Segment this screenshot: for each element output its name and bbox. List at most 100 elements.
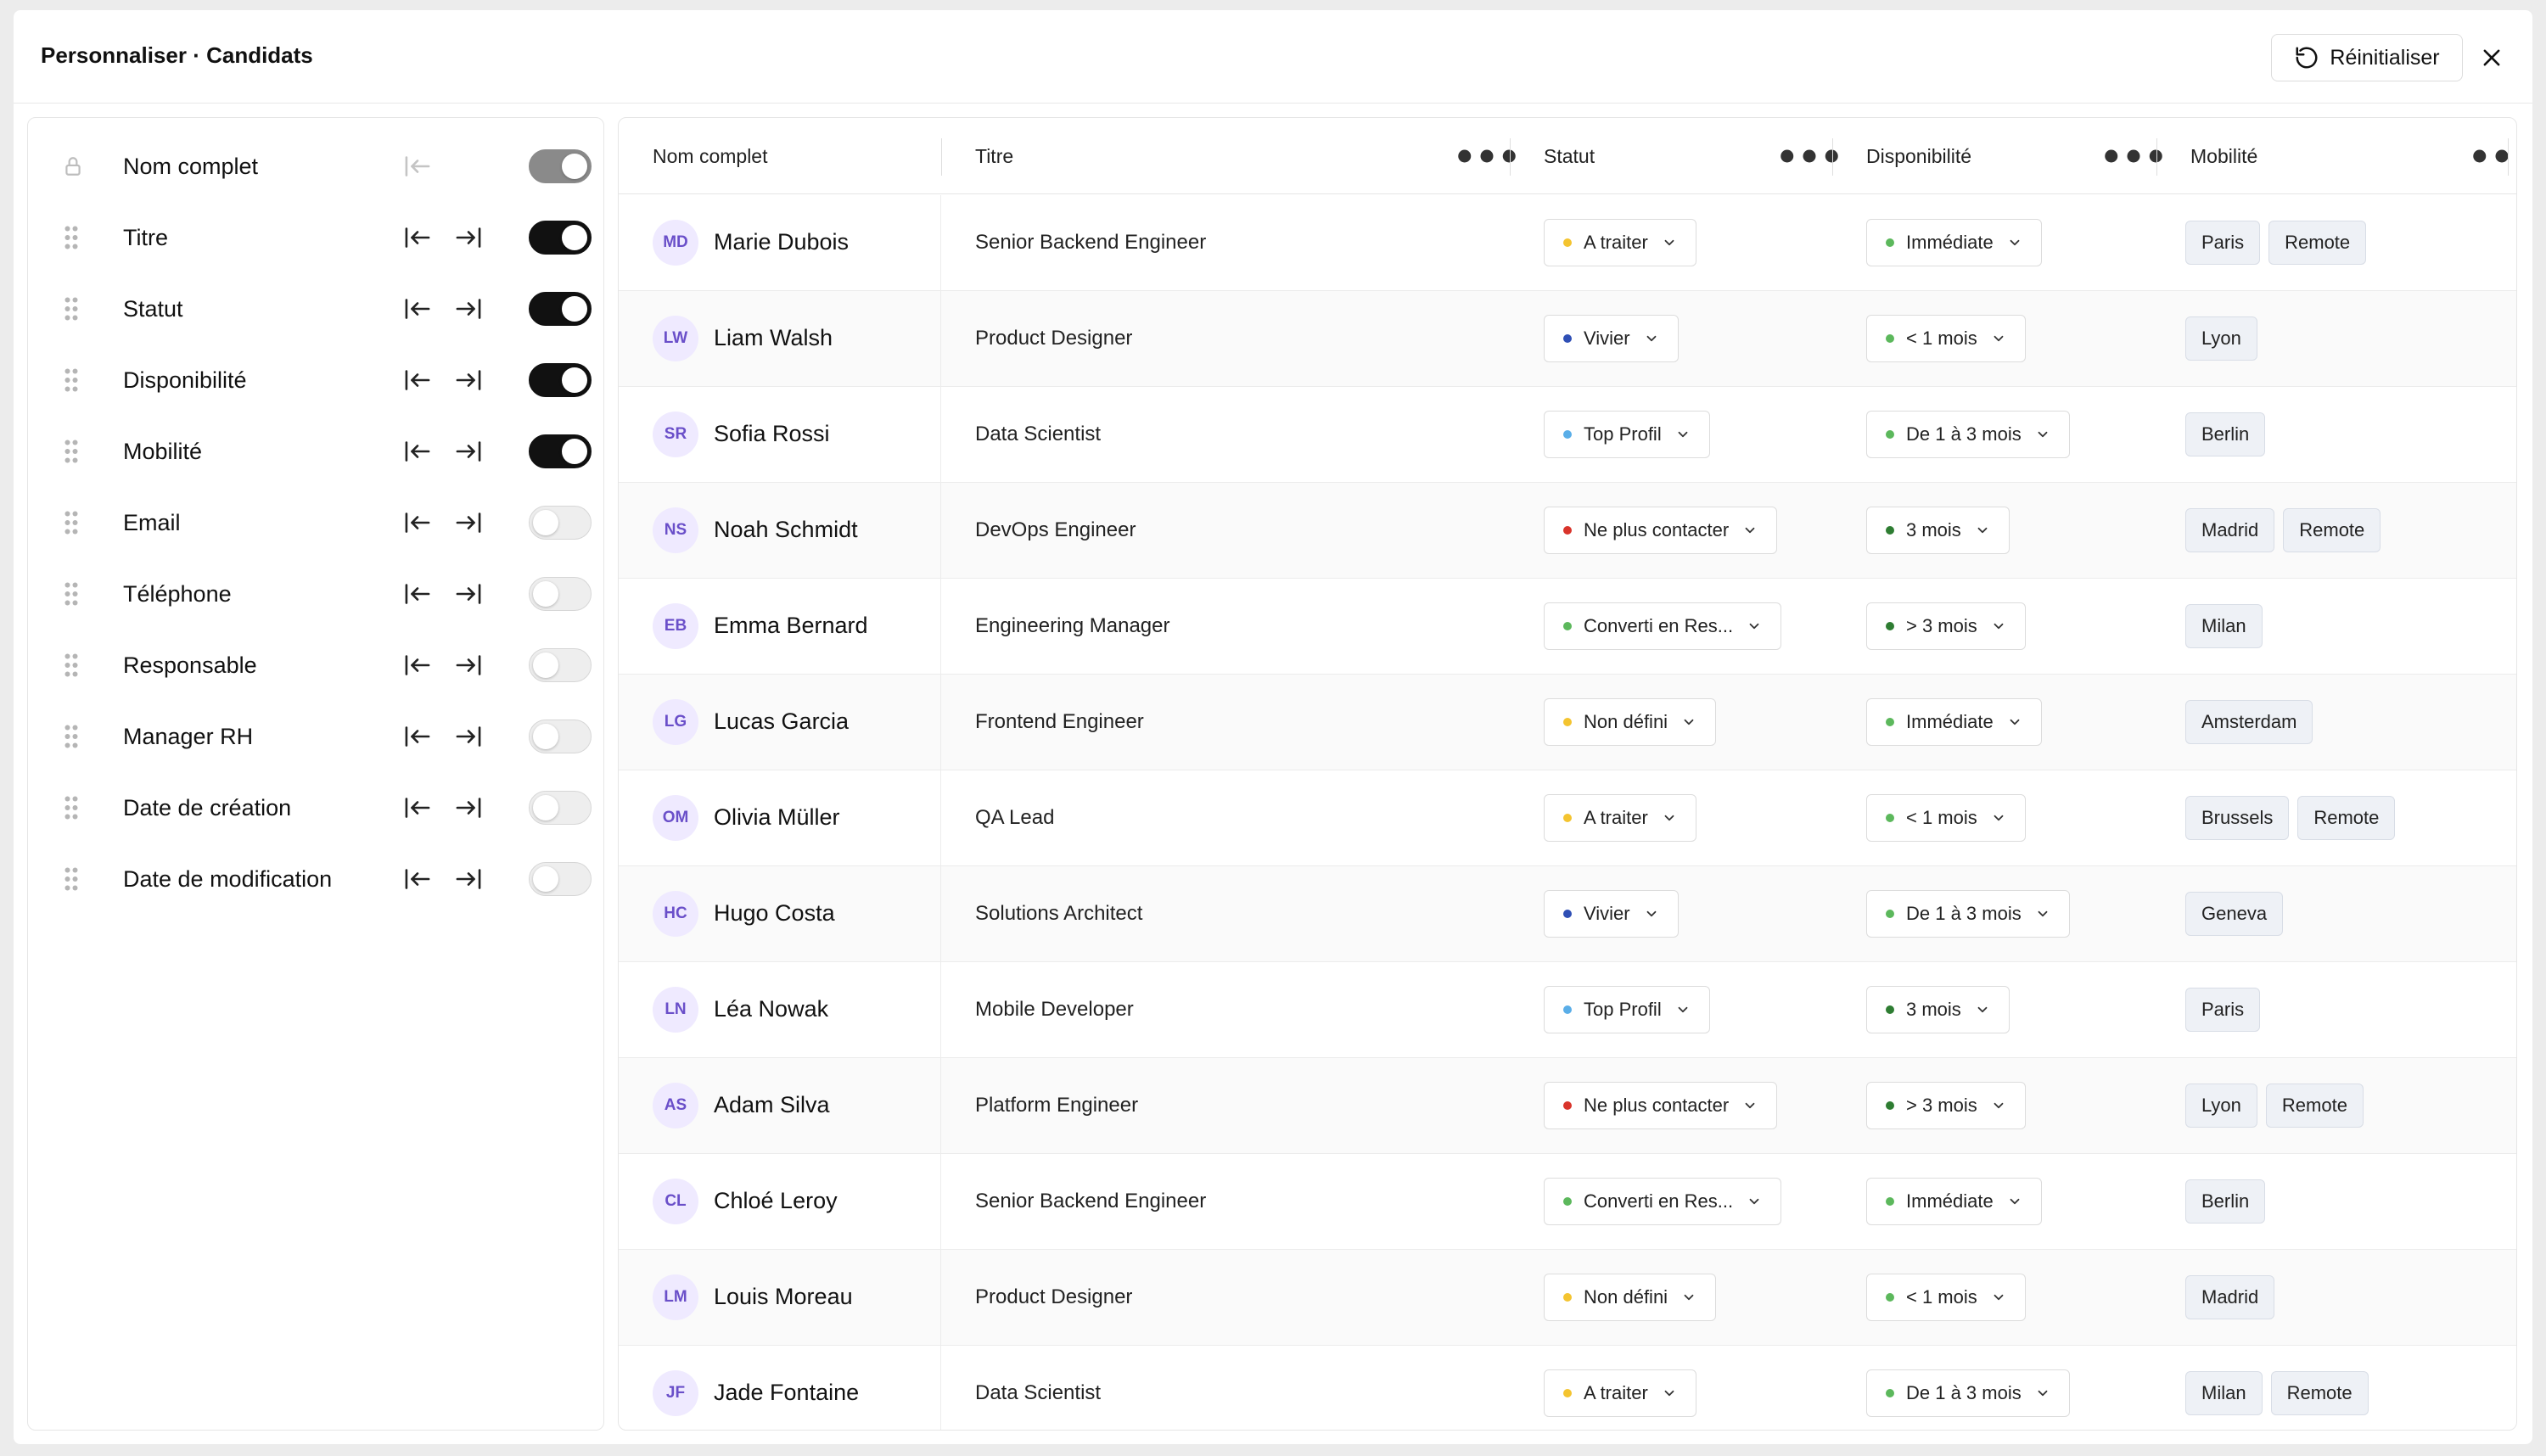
status-select[interactable]: A traiter bbox=[1544, 219, 1696, 266]
column-visibility-toggle[interactable] bbox=[529, 506, 592, 540]
pin-right-icon[interactable] bbox=[454, 795, 483, 820]
status-select[interactable]: Top Profil bbox=[1544, 411, 1710, 458]
pin-right-icon[interactable] bbox=[454, 296, 483, 322]
candidate-name[interactable]: Hugo Costa bbox=[714, 900, 835, 927]
pin-right-icon[interactable] bbox=[454, 652, 483, 678]
status-select[interactable]: Vivier bbox=[1544, 890, 1679, 938]
column-item[interactable]: Manager RH bbox=[28, 701, 603, 772]
pin-right-icon[interactable] bbox=[454, 225, 483, 250]
status-select[interactable]: Non défini bbox=[1544, 698, 1717, 746]
table-row[interactable]: MD Marie Dubois Senior Backend Engineer A t… bbox=[619, 195, 2516, 291]
status-select[interactable]: Non défini bbox=[1544, 1274, 1717, 1321]
status-select[interactable]: Ne plus contacter bbox=[1544, 507, 1778, 554]
candidate-name[interactable]: Adam Silva bbox=[714, 1092, 830, 1118]
column-item[interactable]: Disponibilité bbox=[28, 344, 603, 416]
availability-select[interactable]: < 1 mois bbox=[1866, 794, 2026, 842]
column-visibility-toggle[interactable] bbox=[529, 363, 592, 397]
candidate-name[interactable]: Jade Fontaine bbox=[714, 1380, 859, 1406]
column-item[interactable]: Titre bbox=[28, 202, 603, 273]
column-item[interactable]: Email bbox=[28, 487, 603, 558]
availability-select[interactable]: < 1 mois bbox=[1866, 1274, 2026, 1321]
status-select[interactable]: Vivier bbox=[1544, 315, 1679, 362]
table-row[interactable]: AS Adam Silva Platform Engineer Ne plus con… bbox=[619, 1058, 2516, 1154]
column-visibility-toggle[interactable] bbox=[529, 862, 592, 896]
header-title-menu-icon[interactable] bbox=[1449, 118, 1525, 194]
table-row[interactable]: OM Olivia Müller QA Lead A traiter < 1 mois B… bbox=[619, 770, 2516, 866]
pin-left-icon[interactable] bbox=[403, 652, 432, 678]
table-row[interactable]: CL Chloé Leroy Senior Backend Engineer Conv… bbox=[619, 1154, 2516, 1250]
candidate-name[interactable]: Olivia Müller bbox=[714, 804, 840, 831]
column-visibility-toggle[interactable] bbox=[529, 720, 592, 753]
drag-handle-icon[interactable] bbox=[62, 439, 81, 464]
column-item[interactable]: Nom complet bbox=[28, 131, 603, 202]
drag-handle-icon[interactable] bbox=[62, 724, 81, 749]
column-visibility-toggle[interactable] bbox=[529, 434, 592, 468]
table-row[interactable]: NS Noah Schmidt DevOps Engineer Ne plus con… bbox=[619, 483, 2516, 579]
availability-select[interactable]: > 3 mois bbox=[1866, 602, 2026, 650]
status-select[interactable]: A traiter bbox=[1544, 794, 1696, 842]
pin-left-icon[interactable] bbox=[403, 439, 432, 464]
column-visibility-toggle[interactable] bbox=[529, 292, 592, 326]
column-item[interactable]: Responsable bbox=[28, 630, 603, 701]
status-select[interactable]: Converti en Res... bbox=[1544, 1178, 1782, 1225]
availability-select[interactable]: De 1 à 3 mois bbox=[1866, 411, 2070, 458]
availability-select[interactable]: Immédiate bbox=[1866, 1178, 2042, 1225]
column-item[interactable]: Date de modification bbox=[28, 843, 603, 915]
column-item[interactable]: Statut bbox=[28, 273, 603, 344]
pin-left-icon[interactable] bbox=[403, 866, 432, 892]
drag-handle-icon[interactable] bbox=[62, 296, 81, 322]
header-mobility-menu-icon[interactable] bbox=[2464, 118, 2517, 194]
pin-left-icon[interactable] bbox=[403, 581, 432, 607]
pin-right-icon[interactable] bbox=[454, 724, 483, 749]
header-availability-menu-icon[interactable] bbox=[2095, 118, 2172, 194]
candidate-name[interactable]: Noah Schmidt bbox=[714, 517, 858, 543]
column-item[interactable]: Date de création bbox=[28, 772, 603, 843]
column-visibility-toggle[interactable] bbox=[529, 577, 592, 611]
availability-select[interactable]: < 1 mois bbox=[1866, 315, 2026, 362]
status-select[interactable]: Ne plus contacter bbox=[1544, 1082, 1778, 1129]
drag-handle-icon[interactable] bbox=[62, 866, 81, 892]
status-select[interactable]: Top Profil bbox=[1544, 986, 1710, 1033]
table-row[interactable]: SR Sofia Rossi Data Scientist Top Profil De … bbox=[619, 387, 2516, 483]
pin-right-icon[interactable] bbox=[454, 367, 483, 393]
candidate-name[interactable]: Sofia Rossi bbox=[714, 421, 830, 447]
candidate-name[interactable]: Marie Dubois bbox=[714, 229, 849, 255]
column-visibility-toggle[interactable] bbox=[529, 648, 592, 682]
table-row[interactable]: HC Hugo Costa Solutions Architect Vivier De … bbox=[619, 866, 2516, 962]
column-visibility-toggle[interactable] bbox=[529, 221, 592, 255]
availability-select[interactable]: Immédiate bbox=[1866, 698, 2042, 746]
availability-select[interactable]: De 1 à 3 mois bbox=[1866, 890, 2070, 938]
pin-left-icon[interactable] bbox=[403, 296, 432, 322]
drag-handle-icon[interactable] bbox=[62, 795, 81, 820]
pin-left-icon[interactable] bbox=[403, 225, 432, 250]
availability-select[interactable]: > 3 mois bbox=[1866, 1082, 2026, 1129]
column-visibility-toggle[interactable] bbox=[529, 791, 592, 825]
pin-right-icon[interactable] bbox=[454, 581, 483, 607]
candidate-name[interactable]: Emma Bernard bbox=[714, 613, 868, 639]
pin-right-icon[interactable] bbox=[454, 439, 483, 464]
availability-select[interactable]: 3 mois bbox=[1866, 507, 2010, 554]
drag-handle-icon[interactable] bbox=[62, 510, 81, 535]
pin-left-icon[interactable] bbox=[403, 510, 432, 535]
status-select[interactable]: Converti en Res... bbox=[1544, 602, 1782, 650]
status-select[interactable]: A traiter bbox=[1544, 1369, 1696, 1417]
availability-select[interactable]: 3 mois bbox=[1866, 986, 2010, 1033]
table-row[interactable]: LG Lucas Garcia Frontend Engineer Non défin… bbox=[619, 675, 2516, 770]
table-row[interactable]: LM Louis Moreau Product Designer Non défini… bbox=[619, 1250, 2516, 1346]
availability-select[interactable]: Immédiate bbox=[1866, 219, 2042, 266]
column-item[interactable]: Mobilité bbox=[28, 416, 603, 487]
header-status-menu-icon[interactable] bbox=[1771, 118, 1848, 194]
table-row[interactable]: LN Léa Nowak Mobile Developer Top Profil 3 m… bbox=[619, 962, 2516, 1058]
table-row[interactable]: JF Jade Fontaine Data Scientist A traiter De… bbox=[619, 1346, 2516, 1430]
drag-handle-icon[interactable] bbox=[62, 225, 81, 250]
pin-left-icon[interactable] bbox=[403, 795, 432, 820]
pin-right-icon[interactable] bbox=[454, 866, 483, 892]
candidate-name[interactable]: Lucas Garcia bbox=[714, 708, 849, 735]
table-row[interactable]: LW Liam Walsh Product Designer Vivier < 1 mo… bbox=[619, 291, 2516, 387]
drag-handle-icon[interactable] bbox=[62, 652, 81, 678]
candidate-name[interactable]: Chloé Leroy bbox=[714, 1188, 838, 1214]
drag-handle-icon[interactable] bbox=[62, 367, 81, 393]
candidate-name[interactable]: Léa Nowak bbox=[714, 996, 828, 1022]
pin-left-icon[interactable] bbox=[403, 367, 432, 393]
close-button[interactable] bbox=[2476, 42, 2507, 73]
